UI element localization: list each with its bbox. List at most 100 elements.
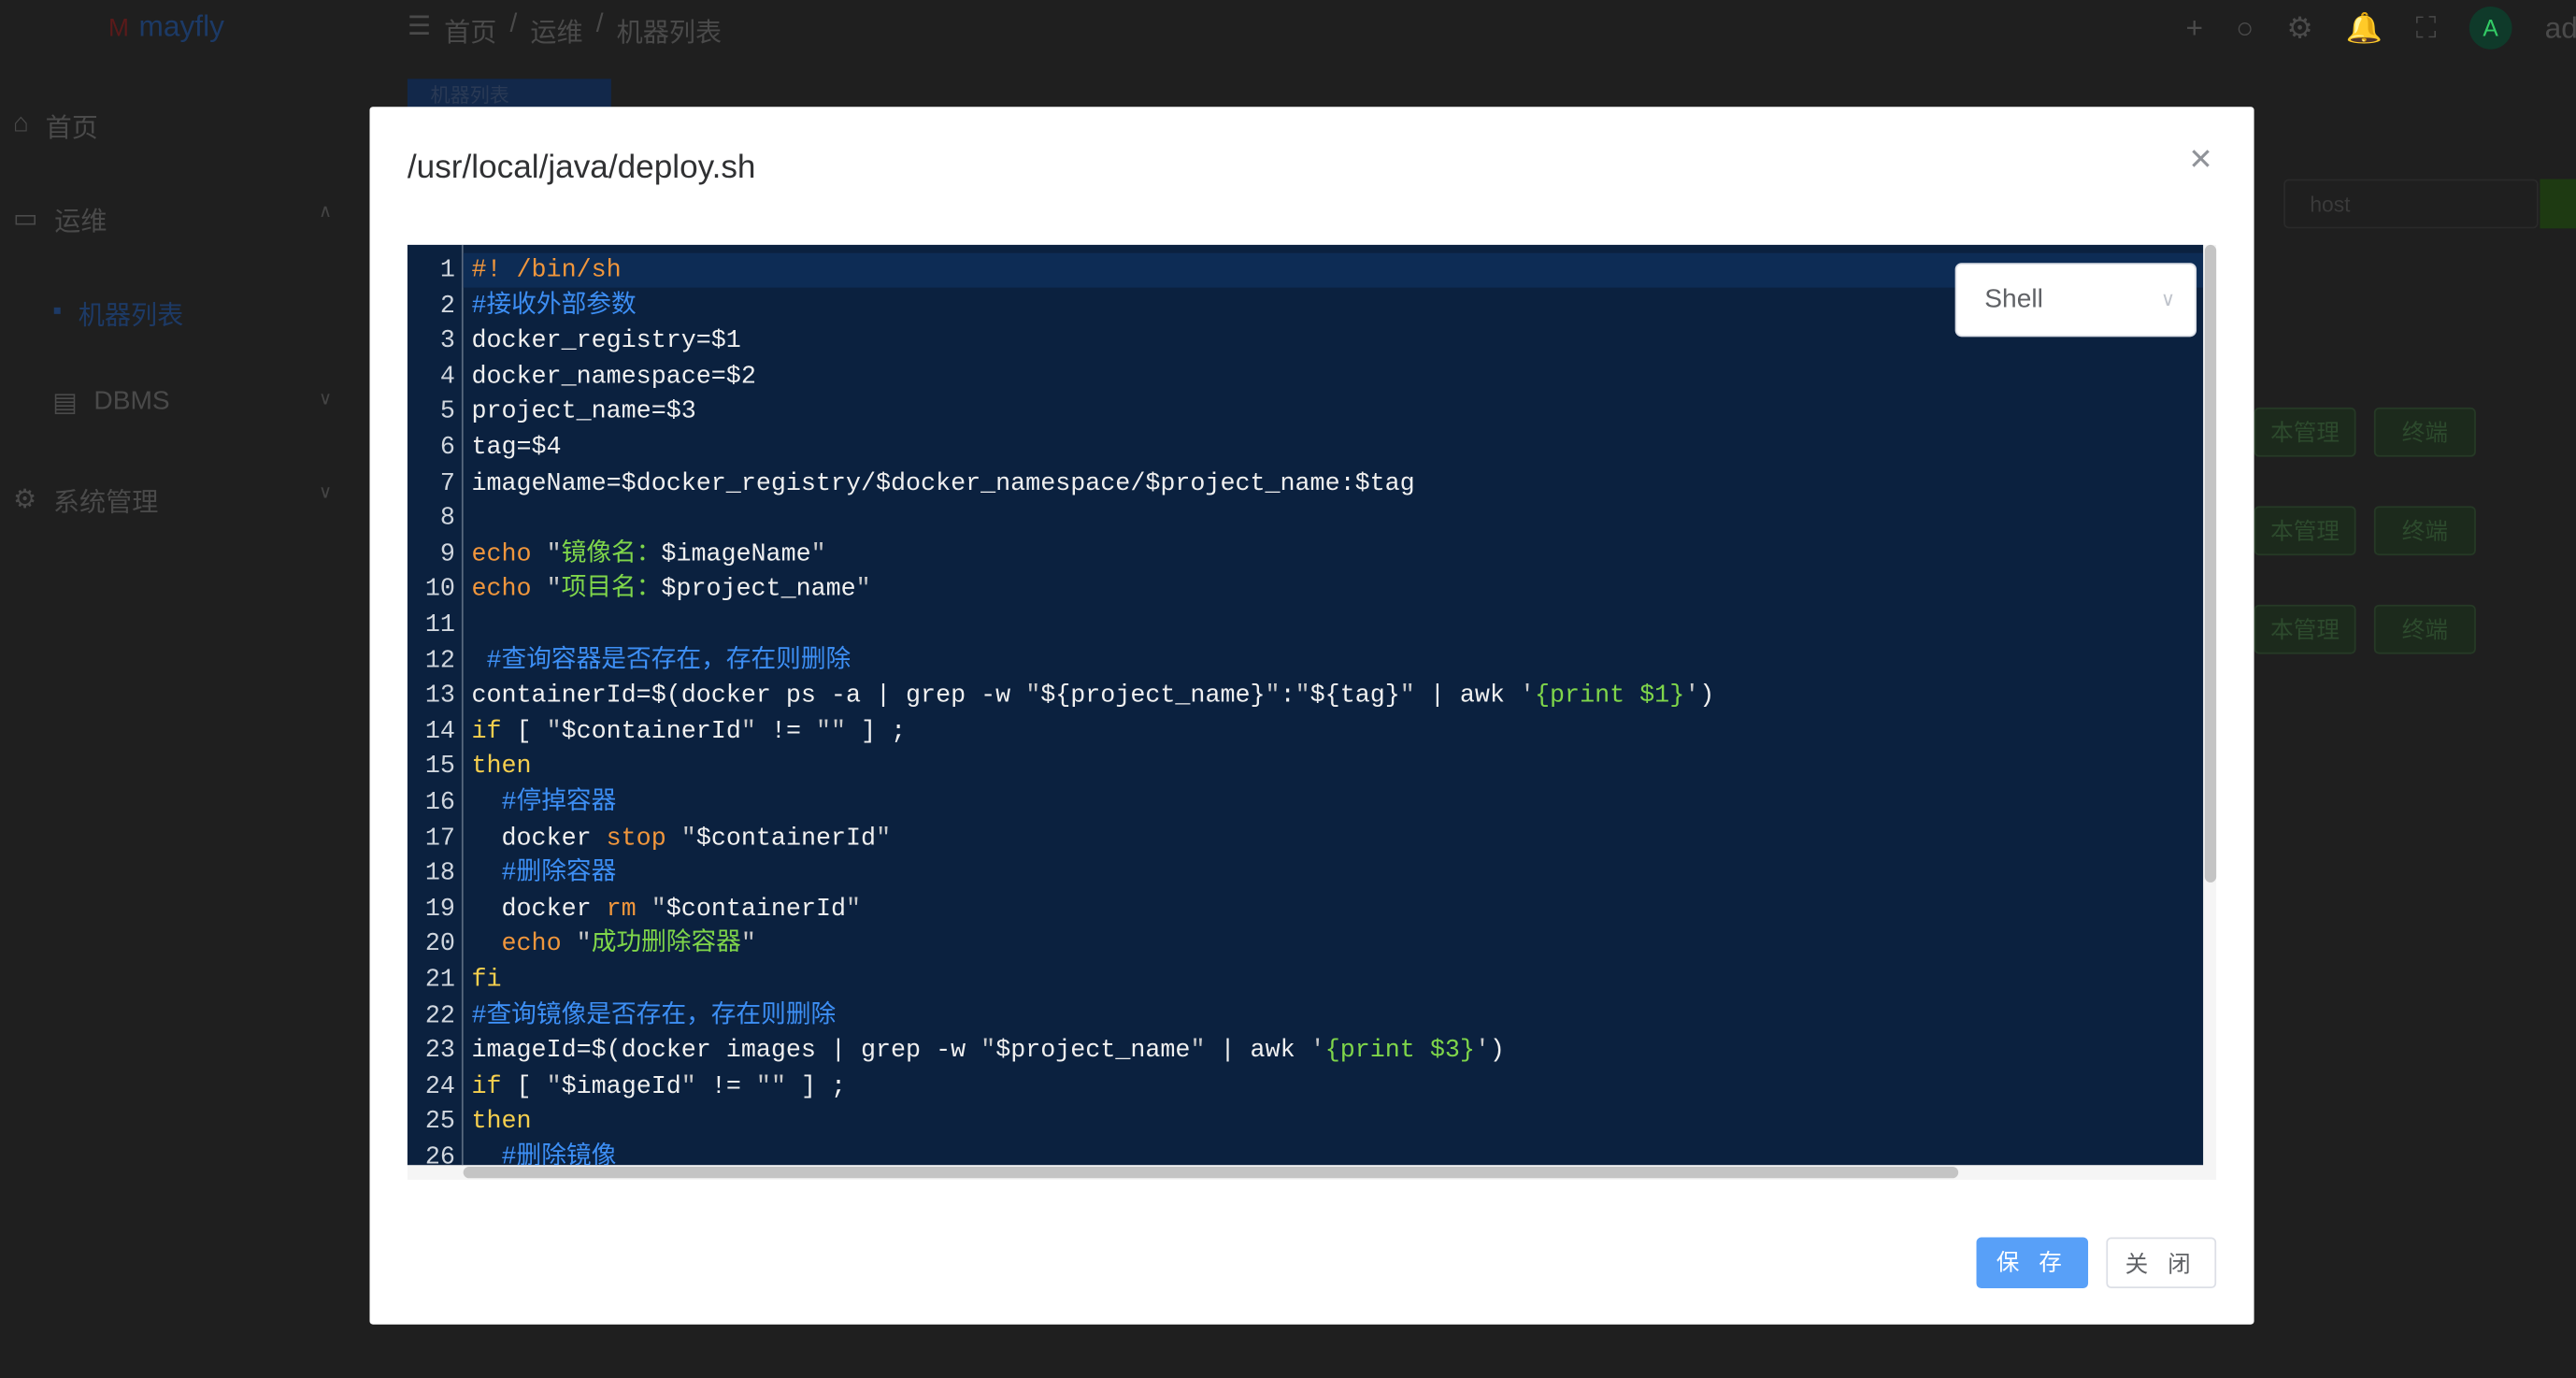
grid-icon: ▪ bbox=[52, 297, 63, 326]
breadcrumb-home[interactable]: 首页 bbox=[444, 10, 496, 50]
code-token: ${tag} bbox=[1309, 681, 1400, 711]
terminal-button[interactable]: 终端 bbox=[2373, 506, 2476, 556]
code-token: " bbox=[651, 893, 666, 924]
code-token: echo bbox=[471, 538, 532, 568]
code-token: " bbox=[1190, 1035, 1206, 1066]
close-button[interactable]: 关 闭 bbox=[2106, 1237, 2217, 1289]
horizontal-scrollbar[interactable] bbox=[463, 1166, 1959, 1179]
code-token: " bbox=[980, 1035, 996, 1066]
code-token: #查询容器是否存在，存在则删除 bbox=[486, 645, 852, 675]
script-manage-button[interactable]: 本管理 bbox=[2254, 604, 2356, 654]
sidebar-item-home[interactable]: ⌂ 首页 bbox=[13, 105, 98, 144]
chevron-up-icon: ∧ bbox=[318, 202, 333, 222]
code-line[interactable]: #! /bin/sh bbox=[471, 253, 621, 289]
code-token: "" bbox=[755, 1070, 786, 1101]
code-token: docker_namespace=$2 bbox=[471, 361, 756, 391]
code-token: | awk bbox=[1414, 681, 1520, 711]
code-line[interactable]: if [ "$imageId" != "" ] ; bbox=[471, 1069, 846, 1105]
code-line[interactable]: echo "项目名：$project_name" bbox=[471, 572, 870, 608]
avatar[interactable]: A bbox=[2469, 7, 2512, 50]
username[interactable]: admin bbox=[2545, 10, 2576, 45]
code-line[interactable]: tag=$4 bbox=[471, 431, 561, 467]
gear-icon[interactable]: ⚙ bbox=[2286, 10, 2312, 45]
code-area[interactable]: 1 #! /bin/sh 2 #接收外部参数 3 docker_registry=$1 4 d… bbox=[407, 244, 2204, 1166]
code-token: " bbox=[1025, 681, 1041, 711]
code-token: ) bbox=[1699, 681, 1715, 711]
sidebar-item-label: 首页 bbox=[45, 115, 98, 143]
vertical-scrollbar[interactable] bbox=[2204, 244, 2217, 883]
search-button[interactable] bbox=[2540, 179, 2576, 229]
code-line[interactable]: then bbox=[471, 1105, 531, 1141]
code-line[interactable]: docker stop "$containerId" bbox=[471, 821, 891, 856]
breadcrumb-machines[interactable]: 机器列表 bbox=[617, 10, 723, 50]
line-number: 10 bbox=[424, 574, 455, 604]
code-line[interactable]: docker_namespace=$2 bbox=[471, 360, 755, 395]
search-icon[interactable]: ○ bbox=[2236, 10, 2254, 45]
code-editor[interactable]: 1 #! /bin/sh 2 #接收外部参数 3 docker_registry=$1 4 d… bbox=[407, 244, 2217, 1181]
code-token: containerId=$(docker ps -a | grep -w bbox=[471, 681, 1026, 711]
code-line[interactable]: project_name=$3 bbox=[471, 395, 695, 431]
code-line[interactable]: #删除容器 bbox=[471, 856, 617, 892]
code-token: $project_name bbox=[661, 574, 856, 604]
line-number: 7 bbox=[439, 467, 455, 497]
dialog-title: /usr/local/java/deploy.sh bbox=[407, 149, 756, 186]
sidebar-item-ops[interactable]: ▭ 运维 bbox=[13, 199, 107, 238]
code-line[interactable]: fi bbox=[471, 963, 501, 998]
code-token: [ bbox=[501, 716, 547, 746]
code-line[interactable]: #接收外部参数 bbox=[471, 289, 636, 324]
code-token: #删除镜像 bbox=[501, 1141, 617, 1166]
code-token: rm bbox=[606, 893, 637, 924]
line-number: 17 bbox=[424, 822, 455, 853]
line-number: 25 bbox=[424, 1106, 455, 1137]
bell-icon[interactable]: 🔔 bbox=[2346, 10, 2383, 45]
code-token: docker bbox=[471, 822, 607, 853]
code-token: " bbox=[546, 1070, 562, 1101]
line-number: 8 bbox=[439, 503, 455, 533]
code-line[interactable]: echo "镜像名：$imageName" bbox=[471, 537, 825, 572]
script-manage-button[interactable]: 本管理 bbox=[2254, 506, 2356, 556]
code-token: ' bbox=[1474, 1035, 1490, 1066]
code-token: : bbox=[1280, 681, 1295, 711]
code-token: != bbox=[695, 1070, 756, 1101]
sidebar-item-label: DBMS bbox=[93, 387, 170, 416]
code-line[interactable]: then bbox=[471, 750, 531, 785]
terminal-button[interactable]: 终端 bbox=[2373, 604, 2476, 654]
terminal-button[interactable]: 终端 bbox=[2373, 407, 2476, 457]
host-input[interactable]: host bbox=[2283, 179, 2539, 229]
sidebar-item-dbms[interactable]: ▤ DBMS bbox=[52, 386, 169, 419]
code-token: " bbox=[846, 893, 862, 924]
save-button[interactable]: 保 存 bbox=[1976, 1237, 2089, 1289]
code-line[interactable]: containerId=$(docker ps -a | grep -w " ${… bbox=[471, 679, 1714, 714]
line-number: 23 bbox=[424, 1035, 455, 1066]
logo-icon: M bbox=[108, 14, 129, 43]
code-line[interactable]: docker_registry=$1 bbox=[471, 324, 740, 360]
sidebar-item-system[interactable]: ⚙ 系统管理 bbox=[13, 480, 158, 519]
line-number: 2 bbox=[439, 290, 455, 321]
code-line[interactable]: if [ "$containerId" != "" ] ; bbox=[471, 714, 906, 750]
code-line[interactable]: imageName=$docker_registry/$docker_names… bbox=[471, 466, 1414, 501]
code-line[interactable]: echo "成功删除容器" bbox=[471, 927, 756, 963]
language-select[interactable]: Shell ∨ bbox=[1954, 263, 2197, 337]
code-line[interactable]: #删除镜像 bbox=[471, 1141, 617, 1166]
code-line[interactable]: #查询镜像是否存在，存在则删除 bbox=[471, 998, 836, 1034]
close-icon[interactable]: ✕ bbox=[2188, 143, 2213, 178]
code-line[interactable]: imageId=$(docker images | grep -w "$proj… bbox=[471, 1034, 1505, 1069]
breadcrumb-ops[interactable]: 运维 bbox=[530, 10, 582, 50]
sidebar-item-machines[interactable]: ▪ 机器列表 bbox=[52, 293, 183, 332]
fullscreen-icon[interactable]: ⛶ bbox=[2415, 10, 2436, 45]
logo[interactable]: Mmayfly bbox=[108, 10, 224, 45]
plus-icon[interactable]: + bbox=[2185, 10, 2202, 45]
code-token: #接收外部参数 bbox=[471, 290, 637, 321]
code-token: [ bbox=[501, 1070, 547, 1101]
code-token: " bbox=[680, 1070, 696, 1101]
chevron-down-icon: ∨ bbox=[318, 482, 333, 503]
code-line[interactable]: docker rm "$containerId" bbox=[471, 892, 861, 927]
code-line[interactable]: #查询容器是否存在，存在则删除 bbox=[471, 643, 851, 679]
breadcrumb-sep: / bbox=[509, 9, 518, 38]
line-number: 12 bbox=[424, 645, 455, 675]
logo-text: mayfly bbox=[138, 9, 224, 43]
script-manage-button[interactable]: 本管理 bbox=[2254, 407, 2356, 457]
code-line[interactable]: #停掉容器 bbox=[471, 785, 617, 821]
menu-toggle-icon[interactable]: ☰ bbox=[408, 10, 431, 50]
